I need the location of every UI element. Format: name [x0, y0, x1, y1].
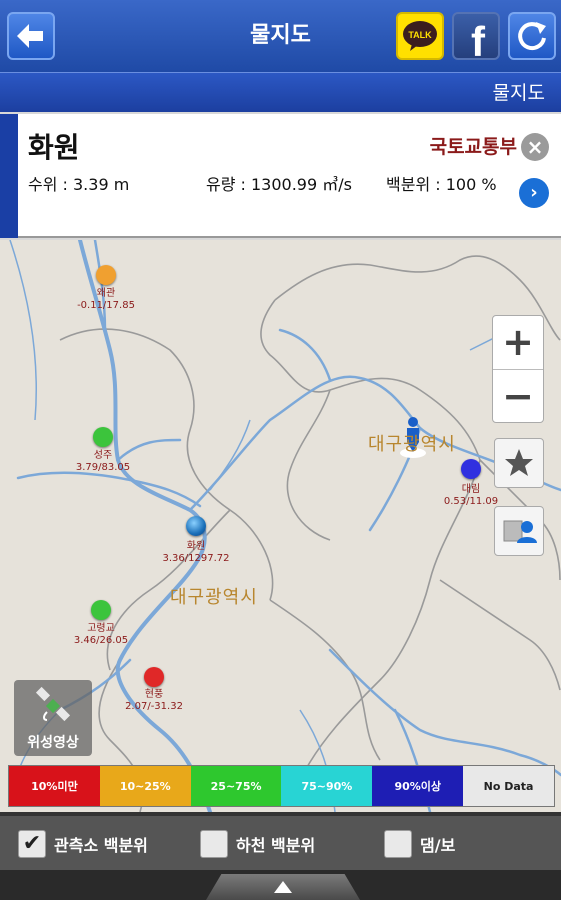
zoom-in-button[interactable]: + — [493, 316, 543, 369]
city-label-east: 대구광역시 — [368, 434, 456, 455]
station-marker-hyeonpung[interactable] — [144, 667, 164, 687]
chevron-up-icon — [274, 881, 292, 893]
facebook-f-text: f — [471, 18, 486, 58]
top-bar: 물지도 TALK f — [0, 0, 561, 72]
checkbox-label: 하천 백분위 — [236, 836, 316, 855]
facebook-icon: f — [471, 18, 486, 65]
station-label-value: 2.07/-31.32 — [125, 701, 183, 712]
back-arrow-icon — [17, 24, 43, 48]
satellite-view-button[interactable]: 위성영상 — [14, 680, 92, 756]
dam-weir-toggle[interactable]: 댐/보 — [384, 829, 455, 859]
station-name: 화원 — [28, 131, 80, 164]
legend-item-over-90: 90%이상 — [372, 766, 464, 806]
station-label-hwawon: 화원 3.36/1297.72 — [131, 541, 261, 565]
legend-item-10-25: 10~25% — [99, 766, 191, 806]
facebook-share-button[interactable]: f — [452, 12, 500, 65]
station-agency: 국토교통부 — [429, 136, 517, 158]
station-info-panel: 화원 국토교통부 × 수위 : 3.39 m 유량 : 1300.99 ㎥/s … — [0, 114, 561, 238]
legend-item-no-data: No Data — [463, 766, 554, 806]
station-label-name: 성주 — [93, 450, 113, 461]
station-marker-daerim[interactable] — [461, 459, 481, 479]
water-level-reading: 수위 : 3.39 m — [28, 175, 130, 194]
city-label-center: 대구광역시 — [170, 587, 258, 608]
station-label-hyeonpung: 현풍 2.07/-31.32 — [89, 689, 219, 713]
sub-header: 물지도 — [0, 72, 561, 112]
sub-header-title: 물지도 — [492, 82, 545, 104]
percentile-reading: 백분위 : 100 % — [386, 175, 497, 194]
satellite-label: 위성영상 — [27, 735, 79, 751]
refresh-icon — [518, 22, 546, 51]
checkbox-checked[interactable]: ✔ — [18, 830, 46, 858]
kakaotalk-share-button[interactable]: TALK — [396, 12, 444, 60]
kakao-talk-text: TALK — [408, 30, 432, 40]
station-label-value: 3.46/26.05 — [73, 635, 129, 646]
station-label-waegwan: 왜관 -0.11/17.85 — [41, 288, 171, 312]
star-icon — [505, 449, 533, 476]
favorite-button[interactable] — [494, 438, 544, 488]
station-label-value: 3.79/83.05 — [75, 462, 131, 473]
close-icon[interactable]: × — [521, 133, 549, 161]
checkbox-label: 관측소 백분위 — [54, 836, 148, 855]
legend-item-75-90: 75~90% — [281, 766, 373, 806]
river-percentile-toggle[interactable]: 하천 백분위 — [200, 829, 315, 859]
station-marker-goryeonggyo[interactable] — [91, 600, 111, 620]
chevron-right-icon[interactable]: › — [519, 178, 549, 208]
percentile-legend: 10%미만 10~25% 25~75% 75~90% 90%이상 No Data — [8, 765, 555, 807]
station-label-name: 현풍 — [144, 689, 164, 700]
person-layer-icon — [503, 520, 537, 543]
satellite-icon — [35, 686, 71, 722]
checkbox-label: 댐/보 — [420, 836, 456, 855]
station-label-name: 고령교 — [87, 623, 115, 634]
checkbox-unchecked[interactable] — [200, 830, 228, 858]
layer-toggle-bar: ✔ 관측소 백분위 하천 백분위 댐/보 — [0, 812, 561, 870]
station-label-goryeonggyo: 고령교 3.46/26.05 — [36, 623, 166, 647]
station-marker-seongju[interactable] — [93, 427, 113, 447]
station-label-seongju: 성주 3.79/83.05 — [38, 450, 168, 474]
drawer-handle[interactable] — [206, 874, 360, 900]
station-label-value: 3.36/1297.72 — [162, 553, 230, 564]
map-view[interactable]: 대구광역시 대구광역시 왜관 -0.11/17.85 성주 3.79/83.05… — [0, 240, 561, 812]
station-label-value: -0.11/17.85 — [77, 300, 135, 311]
station-marker-hwawon-selected[interactable] — [186, 516, 206, 536]
checkbox-unchecked[interactable] — [384, 830, 412, 858]
legend-item-25-75: 25~75% — [190, 766, 282, 806]
station-marker-waegwan[interactable] — [96, 265, 116, 285]
panel-accent-bar — [0, 114, 18, 238]
legend-item-under-10: 10%미만 — [9, 766, 100, 806]
kakaotalk-icon: TALK — [403, 21, 437, 51]
back-button[interactable] — [7, 12, 55, 60]
station-percentile-toggle[interactable]: ✔ 관측소 백분위 — [18, 829, 148, 859]
refresh-button[interactable] — [508, 12, 556, 60]
layer-button[interactable] — [494, 506, 544, 556]
zoom-out-button[interactable]: − — [493, 369, 543, 422]
station-label-name: 화원 — [186, 541, 206, 552]
station-label-name: 왜관 — [96, 288, 116, 299]
zoom-control: + − — [492, 315, 544, 423]
flow-reading: 유량 : 1300.99 ㎥/s — [206, 175, 352, 194]
